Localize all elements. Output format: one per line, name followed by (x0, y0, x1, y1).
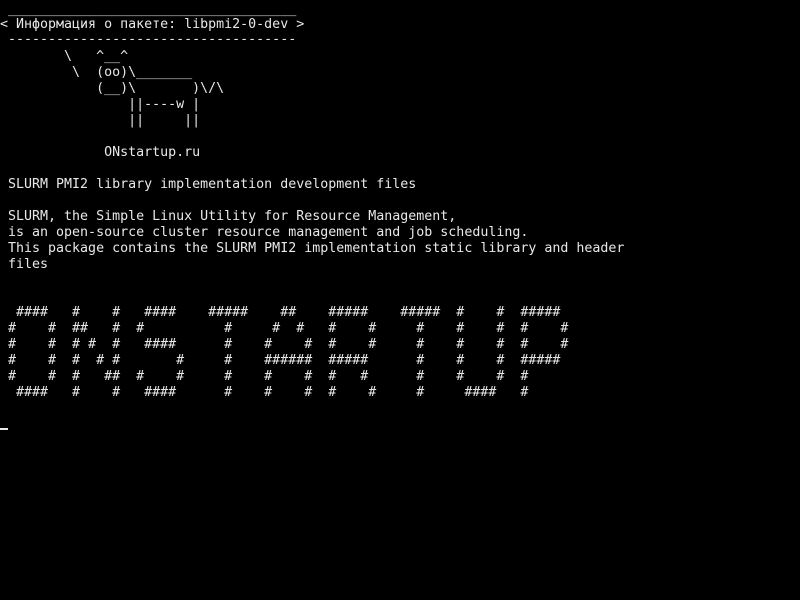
ascii-banner-line-3: # # # # # #### # # # # # # # # # # (0, 337, 569, 352)
ascii-banner-line-4: # # # # # # # ###### ##### # # # ##### (0, 353, 561, 368)
text-cursor (0, 428, 8, 430)
ascii-banner-line-5: # # # ## # # # # # # # # # # # (0, 369, 529, 384)
ascii-banner-line-2: # # ## # # # # # # # # # # # # (0, 321, 569, 336)
cow-ascii-line-3: (__)\ )\/\ (0, 81, 225, 96)
package-summary: SLURM PMI2 library implementation develo… (0, 177, 417, 192)
cow-ascii-line-4: ||----w | (0, 97, 201, 112)
cow-ascii-line-5: || || (0, 113, 201, 128)
speech-bubble-text: < Информация о пакете: libpmi2-0-dev > (0, 17, 305, 32)
speech-bubble-top-border: ____________________________________ (0, 2, 297, 17)
description-line-3: This package contains the SLURM PMI2 imp… (0, 241, 625, 256)
terminal-screen[interactable]: ____________________________________ < И… (0, 0, 800, 600)
cow-ascii-line-1: \ ^__^ (0, 49, 129, 64)
description-line-1: SLURM, the Simple Linux Utility for Reso… (0, 209, 457, 224)
speech-bubble-bottom-border: ------------------------------------ (0, 32, 297, 47)
description-line-2: is an open-source cluster resource manag… (0, 225, 529, 240)
cow-ascii-line-2: \ (oo)\_______ (0, 65, 193, 80)
site-label: ONstartup.ru (0, 145, 201, 160)
description-line-4: files (0, 257, 49, 272)
ascii-banner-line-6: #### # # #### # # # # # # #### # (0, 385, 529, 400)
ascii-banner-line-1: #### # # #### ##### ## ##### ##### # # #… (0, 305, 561, 320)
